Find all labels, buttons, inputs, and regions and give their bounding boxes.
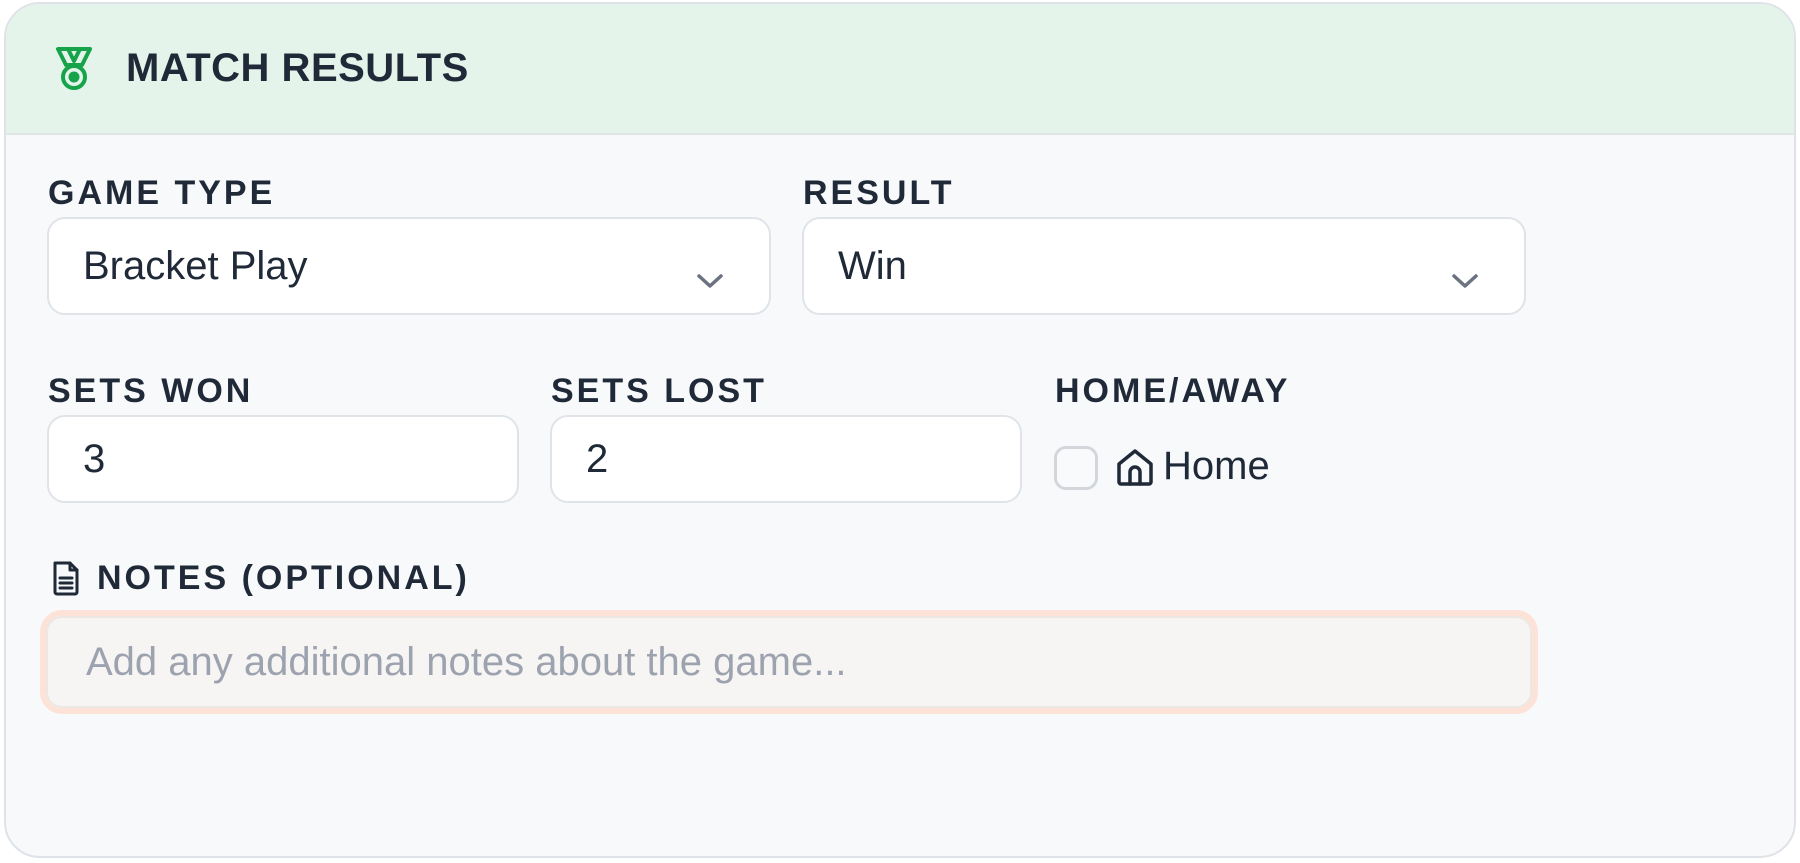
page-title: MATCH RESULTS xyxy=(126,46,469,90)
chevron-down-icon xyxy=(1450,256,1480,288)
game-type-select[interactable]: Bracket Play xyxy=(47,217,771,315)
match-results-card: MATCH RESULTS GAME TYPE Bracket Play RES… xyxy=(4,2,1796,858)
sets-lost-value: 2 xyxy=(586,436,609,481)
sets-won-input[interactable]: 3 xyxy=(47,415,519,503)
game-type-value: Bracket Play xyxy=(83,243,308,288)
sets-lost-label: SETS LOST xyxy=(551,372,767,410)
card-header: MATCH RESULTS xyxy=(6,4,1794,135)
result-label: RESULT xyxy=(803,174,955,212)
sets-won-value: 3 xyxy=(83,436,106,481)
document-icon xyxy=(50,560,82,596)
sets-lost-input[interactable]: 2 xyxy=(550,415,1022,503)
medal-icon xyxy=(52,46,96,91)
game-type-label: GAME TYPE xyxy=(48,174,276,212)
home-option-label[interactable]: Home xyxy=(1163,444,1270,489)
chevron-down-icon xyxy=(695,256,725,288)
home-icon xyxy=(1114,446,1156,488)
sets-won-label: SETS WON xyxy=(48,372,254,410)
notes-textarea-wrapper: Add any additional notes about the game.… xyxy=(40,610,1538,714)
notes-placeholder: Add any additional notes about the game.… xyxy=(86,639,847,684)
notes-label: NOTES (OPTIONAL) xyxy=(97,559,470,597)
notes-textarea[interactable]: Add any additional notes about the game.… xyxy=(46,616,1532,708)
home-away-label: HOME/AWAY xyxy=(1055,372,1291,410)
result-value: Win xyxy=(838,243,907,288)
result-select[interactable]: Win xyxy=(802,217,1526,315)
home-checkbox[interactable] xyxy=(1054,446,1098,490)
